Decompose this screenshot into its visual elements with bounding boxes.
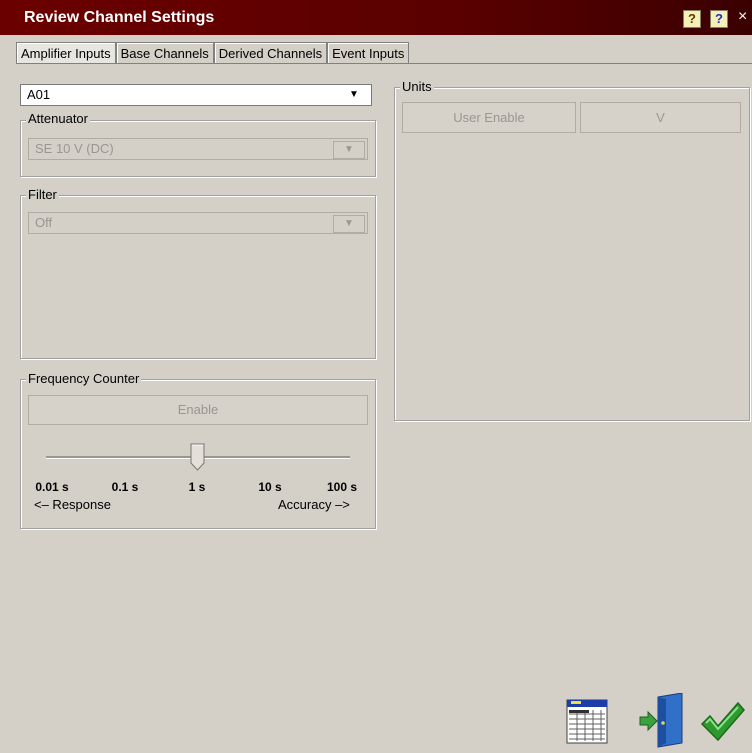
attenuator-value: SE 10 V (DC) — [35, 141, 114, 156]
checkmark-icon[interactable] — [700, 700, 746, 744]
tick-label: 0.1 s — [111, 480, 139, 494]
tab-derived-channels[interactable]: Derived Channels — [213, 42, 328, 64]
close-icon[interactable]: × — [738, 8, 747, 26]
frequency-counter-label: Frequency Counter — [26, 371, 142, 386]
units-label: Units — [400, 79, 434, 94]
chevron-down-icon[interactable]: ▼ — [339, 87, 369, 103]
chevron-down-icon[interactable]: ▼ — [333, 141, 365, 159]
attenuator-label: Attenuator — [26, 111, 90, 126]
tick-label: 100 s — [326, 480, 358, 494]
tab-amplifier-inputs[interactable]: Amplifier Inputs — [16, 42, 116, 64]
window-title: Review Channel Settings — [24, 9, 215, 26]
response-hint: <– Response — [34, 497, 111, 512]
filter-select[interactable]: Off ▼ — [28, 212, 368, 234]
help-icon[interactable]: ? — [710, 10, 728, 28]
slider-thumb[interactable] — [190, 443, 206, 471]
accuracy-hint: Accuracy –> — [278, 497, 350, 512]
units-group — [394, 87, 750, 421]
channel-select-value: A01 — [27, 87, 51, 102]
tick-label: 0.01 s — [35, 480, 69, 494]
tab-bar: Amplifier Inputs Base Channels Derived C… — [16, 42, 410, 64]
exit-door-icon[interactable] — [638, 693, 688, 749]
attenuator-select[interactable]: SE 10 V (DC) ▼ — [28, 138, 368, 160]
channel-select[interactable]: A01 ▼ — [20, 84, 372, 106]
tab-base-channels[interactable]: Base Channels — [115, 42, 214, 64]
chevron-down-icon[interactable]: ▼ — [333, 215, 365, 233]
tick-label: 10 s — [258, 480, 282, 494]
spreadsheet-icon[interactable] — [565, 698, 610, 746]
user-enable-button[interactable]: User Enable — [402, 102, 576, 133]
tick-label: 1 s — [188, 480, 206, 494]
context-help-icon[interactable]: ? — [683, 10, 701, 28]
tab-divider — [16, 63, 752, 64]
filter-label: Filter — [26, 187, 59, 202]
filter-value: Off — [35, 215, 53, 230]
tab-event-inputs[interactable]: Event Inputs — [327, 42, 410, 64]
units-value-field[interactable]: V — [580, 102, 741, 133]
frequency-enable-button[interactable]: Enable — [28, 395, 368, 425]
